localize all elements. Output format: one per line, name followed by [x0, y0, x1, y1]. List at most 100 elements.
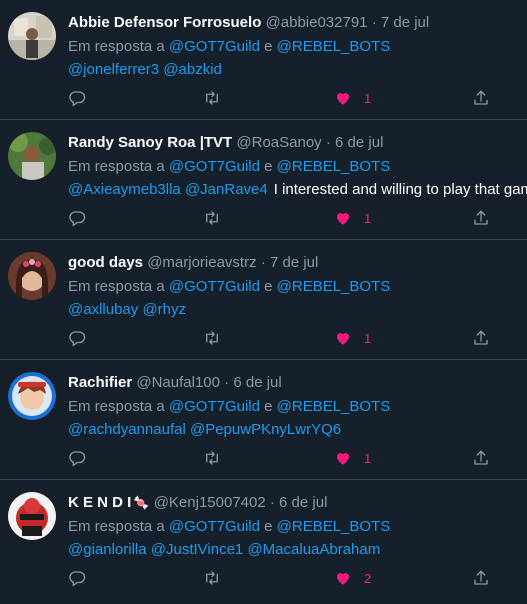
display-name[interactable]: Abbie Defensor Forrosuelo	[68, 14, 261, 31]
reply-prefix: Em resposta a	[68, 38, 165, 55]
heart-filled-icon	[334, 449, 352, 467]
share-button[interactable]	[472, 447, 490, 469]
reply-to-link[interactable]: @GOT7Guild	[169, 278, 260, 295]
tweet-reply[interactable]: K E N D I 🍬 @Kenj15007402 · 6 de jul Em re…	[0, 480, 527, 600]
tweet-reply[interactable]: good days @marjorieavstrz · 7 de jul Em r…	[0, 240, 527, 360]
retweet-button[interactable]	[202, 87, 222, 109]
avatar[interactable]	[8, 12, 56, 60]
mention-link[interactable]: @jonelferrer3	[68, 61, 159, 78]
tweet-header: K E N D I 🍬 @Kenj15007402 · 6 de jul	[68, 492, 527, 514]
like-count: 1	[364, 90, 372, 106]
like-count: 1	[364, 210, 372, 226]
heart-filled-icon	[334, 89, 352, 107]
reply-and: e	[264, 518, 273, 535]
share-icon	[472, 89, 490, 107]
like-button[interactable]: 2	[334, 567, 371, 589]
like-button[interactable]: 1	[334, 327, 371, 349]
action-bar: 1	[68, 447, 508, 469]
retweet-icon	[202, 569, 222, 587]
heart-filled-icon	[334, 209, 352, 227]
reply-button[interactable]	[68, 207, 86, 229]
tweet-reply[interactable]: Abbie Defensor Forrosuelo @abbie032791 ·…	[0, 0, 527, 120]
tweet-text: I interested and willing to play that ga…	[273, 181, 527, 198]
reply-to-link[interactable]: @GOT7Guild	[169, 38, 260, 55]
mention-link[interactable]: @abzkid	[163, 61, 222, 78]
display-name[interactable]: K E N D I	[68, 494, 131, 511]
action-bar: 1	[68, 87, 508, 109]
tweet-date[interactable]: 6 de jul	[279, 494, 327, 511]
mention-link[interactable]: @PepuwPKnyLwrYQ6	[190, 421, 341, 438]
avatar[interactable]	[8, 372, 56, 420]
mention-link[interactable]: @JustIVince1	[151, 541, 244, 558]
tweet-reply[interactable]: Randy Sanoy Roa |TVT @RoaSanoy · 6 de ju…	[0, 120, 527, 240]
display-name[interactable]: Rachifier	[68, 374, 132, 391]
reply-to-link[interactable]: @GOT7Guild	[169, 398, 260, 415]
tweet-date[interactable]: 7 de jul	[381, 14, 429, 31]
reply-context: Em resposta a @GOT7Guild e @REBEL_BOTS	[68, 396, 527, 418]
tweet-header: Randy Sanoy Roa |TVT @RoaSanoy · 6 de ju…	[68, 132, 527, 154]
like-button[interactable]: 1	[334, 87, 371, 109]
mention-link[interactable]: @MacaluaAbraham	[247, 541, 380, 558]
avatar[interactable]	[8, 492, 56, 540]
reply-to-link[interactable]: @REBEL_BOTS	[277, 158, 391, 175]
tweet-content: Rachifier @Naufal100 · 6 de jul Em respos…	[68, 372, 527, 441]
mention-link[interactable]: @axllubay	[68, 301, 138, 318]
tweet-reply[interactable]: Rachifier @Naufal100 · 6 de jul Em respos…	[0, 360, 527, 480]
mention-link[interactable]: @JanRave4	[185, 181, 268, 198]
reply-button[interactable]	[68, 327, 86, 349]
tweet-date[interactable]: 6 de jul	[233, 374, 281, 391]
reply-to-link[interactable]: @GOT7Guild	[169, 518, 260, 535]
mention-link[interactable]: @rachdyannaufal	[68, 421, 186, 438]
heart-filled-icon	[334, 569, 352, 587]
reply-to-link[interactable]: @REBEL_BOTS	[277, 38, 391, 55]
user-handle[interactable]: @abbie032791	[266, 14, 368, 31]
user-handle[interactable]: @Kenj15007402	[154, 494, 266, 511]
like-button[interactable]: 1	[334, 207, 371, 229]
reply-button[interactable]	[68, 87, 86, 109]
share-button[interactable]	[472, 567, 490, 589]
user-handle[interactable]: @marjorieavstrz	[147, 254, 256, 271]
share-button[interactable]	[472, 87, 490, 109]
share-button[interactable]	[472, 327, 490, 349]
display-name[interactable]: good days	[68, 254, 143, 271]
retweet-button[interactable]	[202, 447, 222, 469]
action-bar: 2	[68, 567, 508, 589]
user-handle[interactable]: @RoaSanoy	[236, 134, 321, 151]
share-icon	[472, 329, 490, 347]
reply-to-link[interactable]: @GOT7Guild	[169, 158, 260, 175]
tweet-date[interactable]: 6 de jul	[335, 134, 383, 151]
tweet-body: @rachdyannaufal @PepuwPKnyLwrYQ6	[68, 419, 527, 441]
candy-emoji: 🍬	[133, 495, 150, 510]
reply-feed: Abbie Defensor Forrosuelo @abbie032791 ·…	[0, 0, 527, 600]
reply-prefix: Em resposta a	[68, 278, 165, 295]
user-handle[interactable]: @Naufal100	[136, 374, 220, 391]
reply-to-link[interactable]: @REBEL_BOTS	[277, 278, 391, 295]
reply-button[interactable]	[68, 447, 86, 469]
mention-link[interactable]: @rhyz	[142, 301, 186, 318]
retweet-button[interactable]	[202, 567, 222, 589]
reply-button[interactable]	[68, 567, 86, 589]
share-button[interactable]	[472, 207, 490, 229]
reply-icon	[68, 329, 86, 347]
reply-to-link[interactable]: @REBEL_BOTS	[277, 398, 391, 415]
retweet-button[interactable]	[202, 207, 222, 229]
tweet-header: Rachifier @Naufal100 · 6 de jul	[68, 372, 527, 394]
reply-context: Em resposta a @GOT7Guild e @REBEL_BOTS	[68, 156, 527, 178]
tweet-date[interactable]: 7 de jul	[270, 254, 318, 271]
reply-to-link[interactable]: @REBEL_BOTS	[277, 518, 391, 535]
retweet-button[interactable]	[202, 327, 222, 349]
like-button[interactable]: 1	[334, 447, 371, 469]
retweet-icon	[202, 449, 222, 467]
like-count: 1	[364, 330, 372, 346]
display-name[interactable]: Randy Sanoy Roa |TVT	[68, 134, 232, 151]
avatar[interactable]	[8, 132, 56, 180]
mention-link[interactable]: @Axieaymeb3lla	[68, 181, 181, 198]
tweet-body: @gianlorilla @JustIVince1 @MacaluaAbraha…	[68, 539, 527, 561]
reply-and: e	[264, 278, 273, 295]
mention-link[interactable]: @gianlorilla	[68, 541, 147, 558]
action-bar: 1	[68, 327, 508, 349]
tweet-content: Abbie Defensor Forrosuelo @abbie032791 ·…	[68, 12, 527, 81]
tweet-body: @jonelferrer3 @abzkid	[68, 59, 527, 81]
retweet-icon	[202, 209, 222, 227]
avatar[interactable]	[8, 252, 56, 300]
